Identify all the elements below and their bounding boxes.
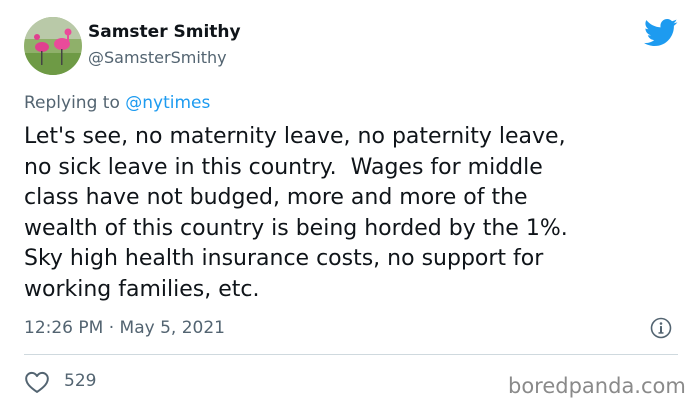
divider (24, 354, 678, 355)
tweet-timestamp[interactable]: 12:26 PM · May 5, 2021 (24, 318, 225, 338)
watermark: boredpanda.com (508, 374, 686, 398)
replying-to: Replying to @nytimes (24, 93, 210, 113)
avatar-flamingo-image (24, 17, 82, 75)
info-icon[interactable] (650, 317, 672, 339)
like-count[interactable]: 529 (64, 371, 96, 391)
heart-icon[interactable] (24, 370, 50, 394)
replying-to-label: Replying to (24, 93, 126, 113)
reply-mention-link[interactable]: @nytimes (125, 93, 210, 113)
avatar[interactable] (24, 17, 82, 75)
tweet-text: Let's see, no maternity leave, no patern… (24, 124, 568, 302)
user-display-name[interactable]: Samster Smithy (88, 22, 241, 42)
twitter-bird-icon (644, 18, 678, 47)
user-handle[interactable]: @SamsterSmithy (88, 48, 227, 67)
